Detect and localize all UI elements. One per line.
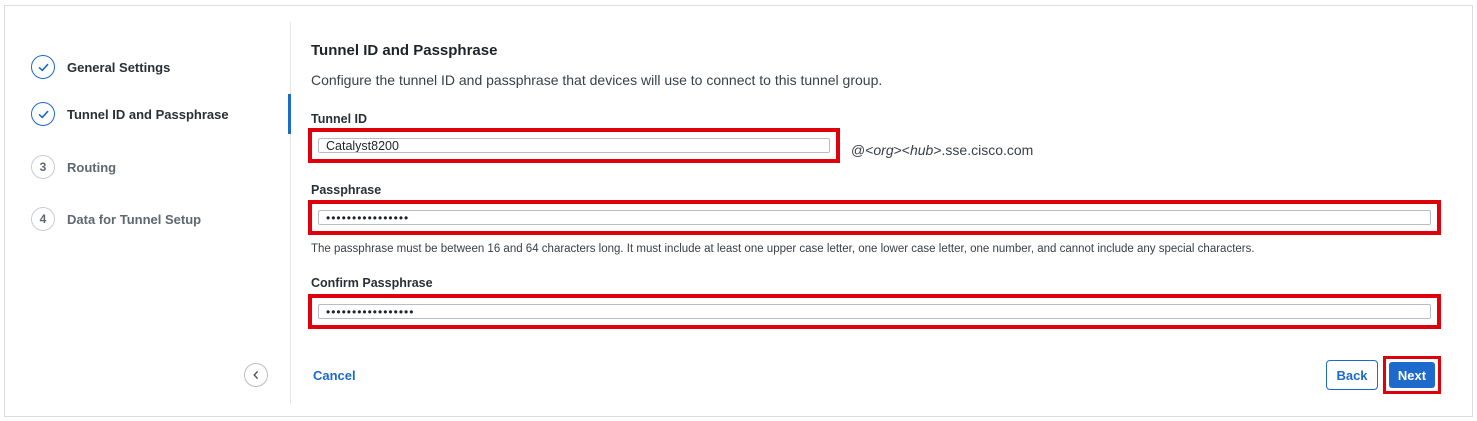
passphrase-label: Passphrase bbox=[311, 183, 382, 197]
passphrase-highlight bbox=[308, 200, 1441, 235]
step-data-for-tunnel-setup[interactable]: 4 Data for Tunnel Setup bbox=[31, 206, 201, 232]
tunnel-id-label: Tunnel ID bbox=[311, 112, 368, 126]
step-label: General Settings bbox=[67, 59, 171, 75]
chevron-left-icon bbox=[253, 371, 258, 379]
step-routing[interactable]: 3 Routing bbox=[31, 154, 116, 180]
step-number: 4 bbox=[31, 207, 55, 231]
back-button[interactable]: Back bbox=[1326, 360, 1378, 390]
tunnel-id-input[interactable] bbox=[318, 138, 830, 153]
step-label: Data for Tunnel Setup bbox=[67, 211, 202, 227]
step-label: Tunnel ID and Passphrase bbox=[67, 106, 229, 122]
confirm-passphrase-input[interactable] bbox=[318, 304, 1431, 319]
passphrase-input[interactable] bbox=[318, 210, 1431, 225]
page-title: Tunnel ID and Passphrase bbox=[311, 42, 498, 59]
tunnel-id-highlight bbox=[308, 128, 840, 163]
main-content: Tunnel ID and Passphrase Configure the t… bbox=[308, 6, 1461, 416]
page-subtitle: Configure the tunnel ID and passphrase t… bbox=[311, 72, 883, 88]
wizard-panel: General Settings Tunnel ID and Passphras… bbox=[4, 5, 1473, 417]
sidebar-divider bbox=[290, 22, 291, 404]
confirm-passphrase-highlight bbox=[308, 294, 1441, 329]
step-tunnel-id-passphrase[interactable]: Tunnel ID and Passphrase bbox=[31, 101, 229, 127]
wizard-steps-sidebar: General Settings Tunnel ID and Passphras… bbox=[5, 6, 290, 416]
tunnel-id-domain-suffix: @<org><hub>.sse.cisco.com bbox=[851, 142, 1034, 158]
cancel-button[interactable]: Cancel bbox=[313, 368, 356, 383]
collapse-sidebar-button[interactable] bbox=[244, 363, 268, 387]
active-step-indicator bbox=[288, 94, 291, 134]
confirm-passphrase-label: Confirm Passphrase bbox=[311, 276, 433, 290]
step-label: Routing bbox=[67, 159, 117, 175]
checkmark-icon bbox=[31, 55, 55, 79]
step-general-settings[interactable]: General Settings bbox=[31, 54, 170, 80]
passphrase-help-text: The passphrase must be between 16 and 64… bbox=[311, 243, 1255, 255]
checkmark-icon bbox=[31, 102, 55, 126]
next-button[interactable]: Next bbox=[1389, 362, 1435, 388]
step-number: 3 bbox=[31, 155, 55, 179]
next-button-highlight: Next bbox=[1383, 356, 1441, 394]
